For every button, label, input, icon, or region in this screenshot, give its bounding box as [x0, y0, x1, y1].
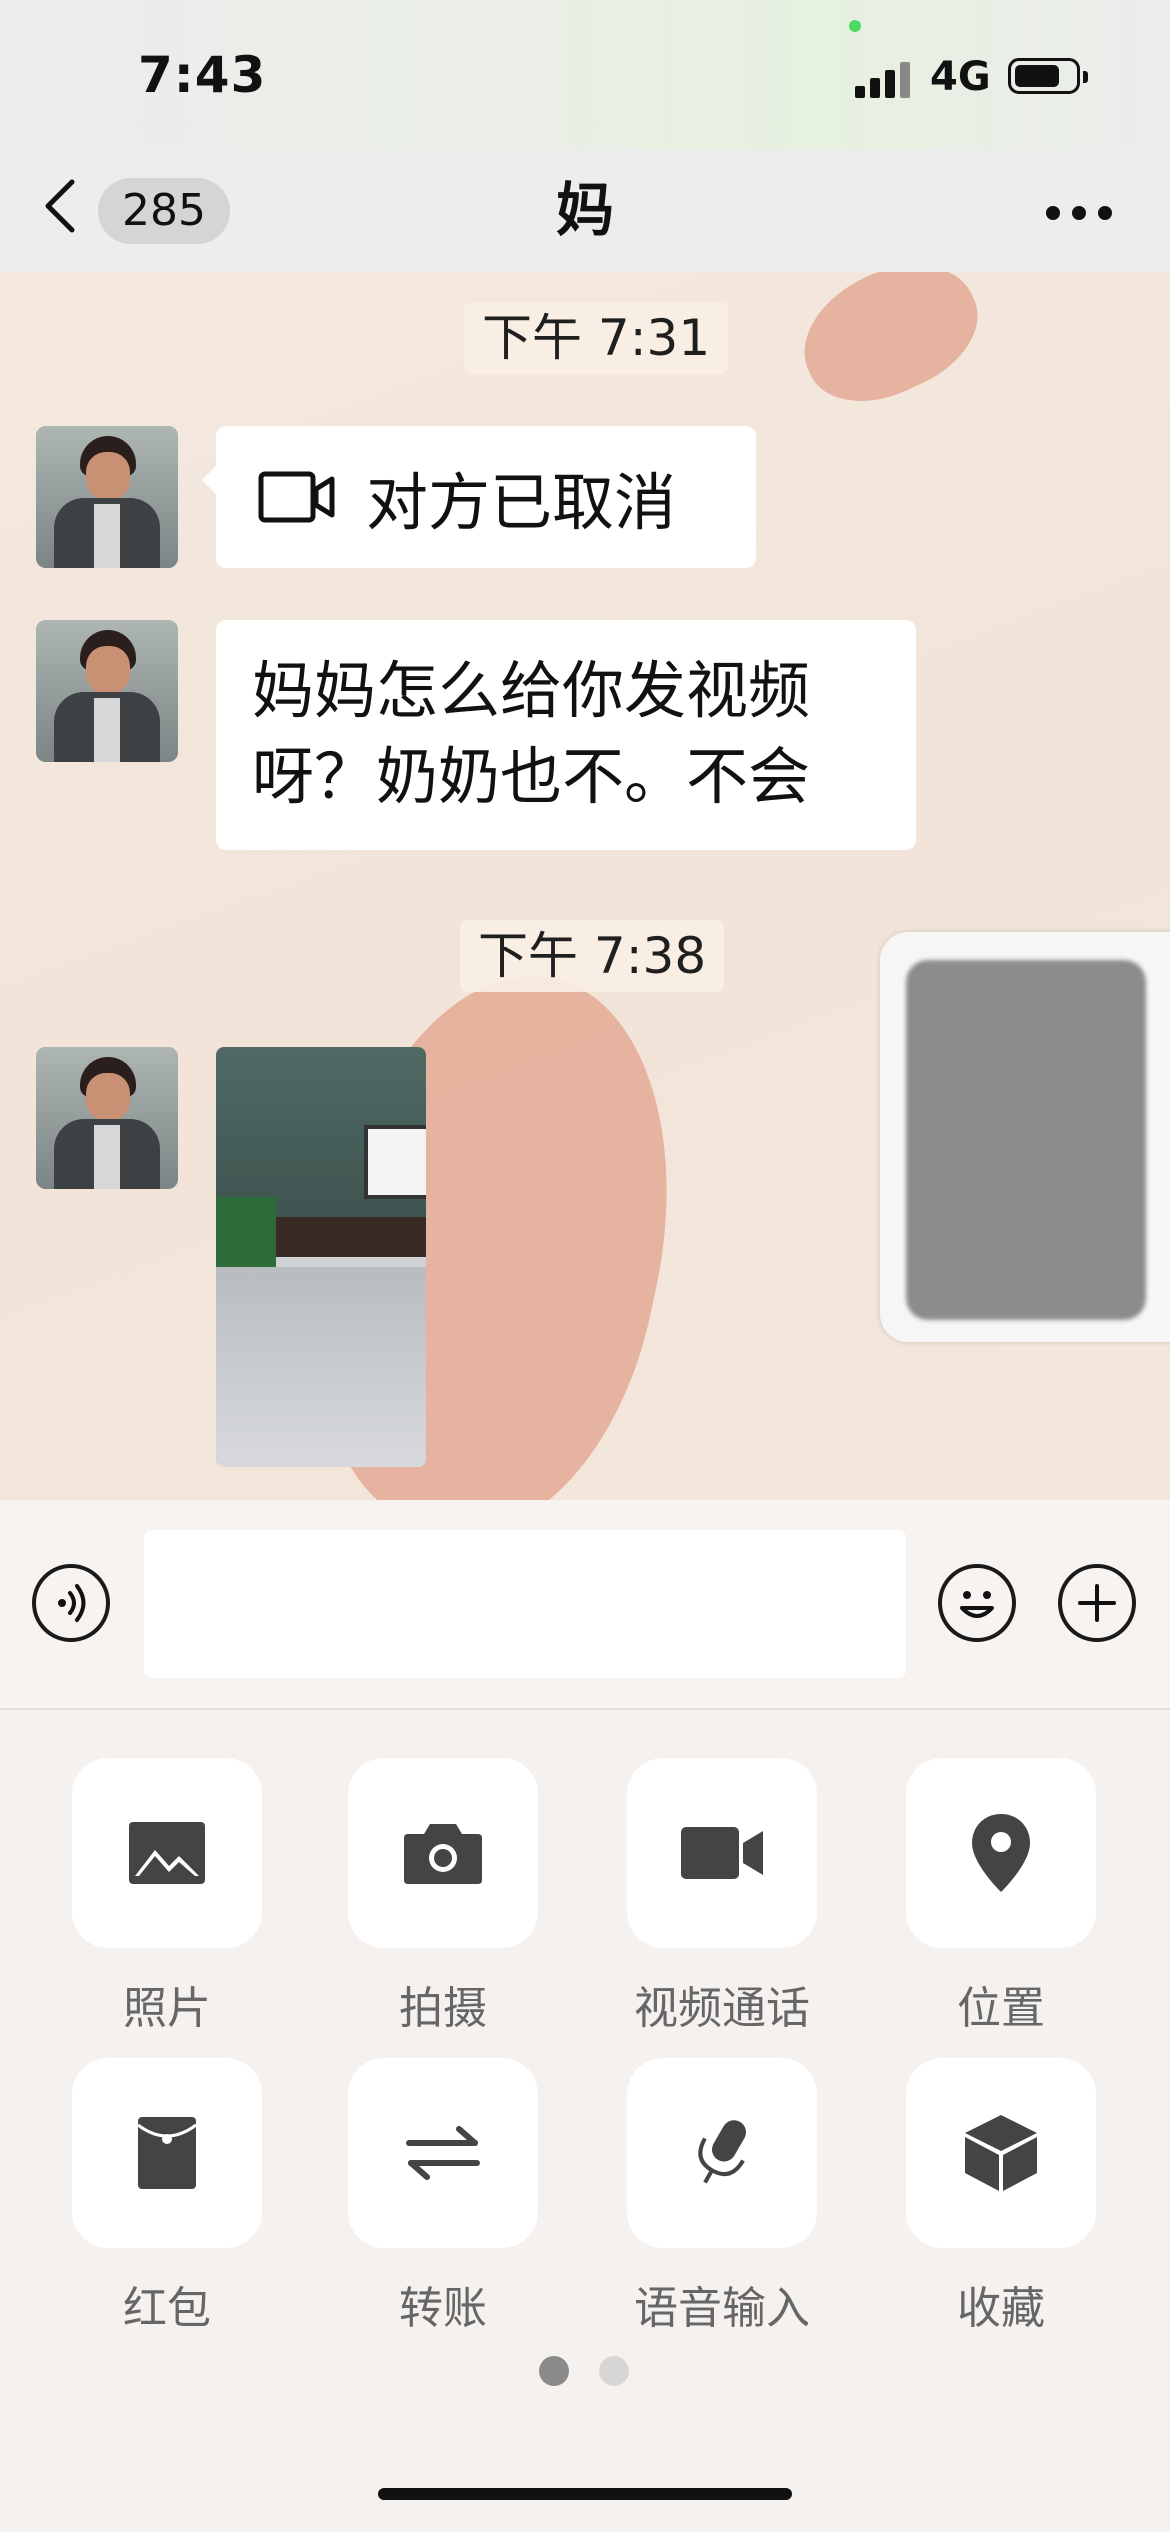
status-time: 7:43 [138, 46, 267, 104]
video-call-button[interactable] [627, 1758, 817, 1948]
favorites-button[interactable] [906, 2058, 1096, 2248]
avatar[interactable] [36, 620, 178, 762]
location-pin-icon [972, 1814, 1030, 1892]
unread-count-badge[interactable]: 285 [98, 178, 230, 244]
text-message[interactable]: 妈妈怎么给你发视频 呀？奶奶也不。不会 [216, 620, 916, 850]
avatar[interactable] [36, 1047, 178, 1189]
avatar[interactable] [36, 426, 178, 568]
battery-icon [1008, 58, 1088, 94]
timestamp: 下午 7:31 [464, 302, 729, 374]
more-functions-button[interactable] [1058, 1564, 1136, 1642]
video-call-icon [681, 1827, 763, 1879]
location-label: 位置 [957, 1983, 1045, 2034]
video-message-thumbnail[interactable] [216, 1047, 426, 1467]
camera-in-use-indicator [849, 20, 861, 32]
floating-video-window[interactable] [880, 932, 1170, 1342]
message-input[interactable] [144, 1530, 906, 1678]
back-button[interactable] [40, 176, 100, 246]
red-envelope-icon [137, 2117, 197, 2189]
home-indicator[interactable] [378, 2488, 792, 2500]
plus-icon [1078, 1584, 1116, 1622]
camera-button[interactable] [348, 1758, 538, 1948]
wallpaper-heart-top [783, 272, 997, 425]
voice-input-toggle[interactable] [32, 1564, 110, 1642]
chat-message-area[interactable]: 下午 7:31 对方已取消 妈妈怎么给你发视频 呀？奶奶也不。不会 下午 7:3… [0, 272, 1170, 1500]
photo-button[interactable] [72, 1758, 262, 1948]
input-bar [0, 1500, 1170, 1710]
red-envelope-button[interactable] [72, 2058, 262, 2248]
microphone-icon [698, 2120, 746, 2184]
message-line: 妈妈怎么给你发视频 [252, 654, 811, 727]
transfer-label: 转账 [399, 2283, 487, 2334]
chat-header: 妈 285 [0, 150, 1170, 273]
camera-icon [404, 1824, 482, 1884]
voice-input-button[interactable] [627, 2058, 817, 2248]
page-indicator-dot-active[interactable] [539, 2356, 569, 2386]
network-type: 4G [930, 54, 991, 100]
video-call-status: 对方已取消 [366, 466, 677, 539]
video-camera-icon [258, 471, 335, 523]
timestamp: 下午 7:38 [460, 920, 725, 992]
image-icon [129, 1822, 205, 1884]
favorites-box-icon [965, 2115, 1037, 2191]
message-line: 呀？奶奶也不。不会 [252, 740, 811, 813]
page-indicator-dot[interactable] [599, 2356, 629, 2386]
voice-input-label: 语音输入 [634, 2283, 810, 2334]
transfer-button[interactable] [348, 2058, 538, 2248]
camera-label: 拍摄 [399, 1983, 487, 2034]
favorites-label: 收藏 [957, 2283, 1045, 2334]
transfer-icon [406, 2126, 480, 2180]
smiley-icon [960, 1591, 994, 1618]
function-panel: 照片 拍摄 视频通话 位置 红包 转账 语音输入 收藏 [0, 1710, 1170, 2532]
more-options-button[interactable] [1040, 198, 1120, 228]
status-bar: 7:43 4G [0, 0, 1170, 150]
voice-wave-icon [58, 1584, 86, 1622]
video-call-message[interactable]: 对方已取消 [202, 426, 756, 568]
chevron-left-icon [45, 179, 75, 233]
red-envelope-label: 红包 [123, 2283, 211, 2334]
cellular-signal-icon [855, 58, 915, 98]
location-button[interactable] [906, 1758, 1096, 1948]
chat-title: 妈 [555, 176, 614, 244]
blurred-video-preview [906, 960, 1146, 1320]
photo-label: 照片 [123, 1983, 211, 2034]
emoji-button[interactable] [938, 1564, 1016, 1642]
video-call-label: 视频通话 [634, 1983, 810, 2034]
